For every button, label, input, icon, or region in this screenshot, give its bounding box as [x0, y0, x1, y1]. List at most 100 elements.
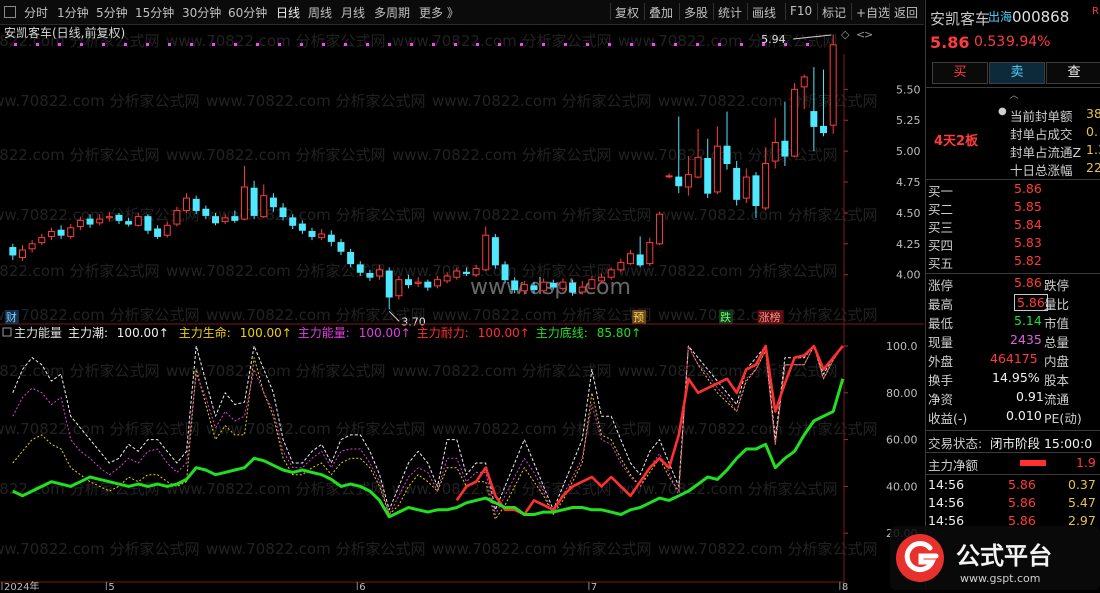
period-tab[interactable]: 日线	[276, 4, 300, 21]
stock-code: 000868	[1012, 8, 1070, 26]
tick-volume: 5.47	[1068, 495, 1096, 510]
toolbar-action[interactable]: F10	[790, 4, 812, 18]
indicator-value: 100.00↑	[240, 326, 292, 340]
indicator-label: 主力底线:	[536, 325, 588, 340]
tick-volume: 0.37	[1068, 477, 1096, 492]
price-tick-label: 4.25	[896, 238, 921, 251]
period-tab[interactable]: 更多 》	[419, 4, 459, 21]
period-tab[interactable]: 15分钟	[135, 4, 174, 21]
candle	[240, 165, 248, 221]
sell-button[interactable]: 卖	[989, 62, 1045, 84]
svg-text:预: 预	[633, 311, 644, 324]
net-flow-value: 1.9	[1076, 455, 1096, 470]
watermark-text: www.70822.com 分析家公式网	[658, 540, 878, 558]
bid-label: 买一	[928, 184, 954, 199]
stat-huanshou-l: 换手	[928, 373, 954, 388]
toolbar-action[interactable]: 画线	[752, 4, 776, 21]
toolbar-action[interactable]: 标记	[822, 4, 846, 21]
price-tick-label: 5.00	[896, 145, 921, 158]
scroll-right-icon[interactable]: >	[864, 28, 873, 41]
indicator-value: 100.00↑	[117, 326, 169, 340]
toolbar-action[interactable]: 复权	[615, 4, 639, 21]
candle	[385, 267, 393, 310]
period-tab[interactable]: 月线	[341, 4, 365, 21]
candle	[713, 126, 721, 195]
svg-text:涨榜: 涨榜	[759, 310, 781, 324]
indicator-menu-icon[interactable]	[2, 327, 12, 337]
toolbar-separator	[713, 3, 714, 20]
stat-zuigao-v: 5.86	[1014, 294, 1048, 311]
tick-row: 14:56 5.86 0.37	[926, 477, 1100, 495]
net-flow-bar	[1020, 460, 1046, 466]
toolbar-action[interactable]: 多股	[684, 4, 708, 21]
candle	[791, 83, 799, 158]
bid-price: 5.84	[1014, 217, 1042, 232]
indicator-tick-label: 80.00	[886, 387, 918, 400]
period-tab[interactable]: 1分钟	[57, 4, 89, 21]
menu-icon[interactable]	[4, 6, 16, 18]
event-tag-cai[interactable]: 财	[4, 310, 19, 324]
period-tab[interactable]: 多周期	[374, 4, 410, 21]
diamond-icon[interactable]: ◇	[841, 28, 850, 41]
event-tag-yu[interactable]: 预	[632, 310, 647, 324]
period-tab[interactable]: 周线	[308, 4, 332, 21]
buy-button[interactable]: 买	[932, 62, 988, 84]
bid-row: 买二 5.85	[926, 199, 1100, 217]
bid-row: 买五 5.82	[926, 253, 1100, 271]
candle	[655, 211, 663, 246]
stat-waipan-v: 464175	[990, 351, 1038, 366]
query-button[interactable]: 查	[1046, 62, 1100, 84]
watermark-text: www.70822.com 分析家公式网	[0, 32, 160, 50]
stat-shouyi-l: 收益(-)	[928, 411, 968, 426]
tick-price: 5.86	[1008, 477, 1036, 492]
stat-neipan-l: 内盘	[1044, 354, 1070, 369]
toolbar-action[interactable]: +自选	[856, 4, 890, 21]
seal-value: 22.0	[1086, 160, 1100, 175]
watermark: www.70822.com 分析家公式网 www.70822.com 分析家公式网…	[0, 32, 878, 558]
indicator-tick-label: 60.00	[886, 434, 918, 447]
bid-row: 买一 5.86	[926, 181, 1100, 199]
candle	[771, 117, 779, 169]
toolbar-action[interactable]: 叠加	[649, 4, 673, 21]
watermark-text: www.70822.com 分析家公式网	[618, 262, 838, 280]
stock-name: 安凯客车	[930, 10, 991, 28]
period-tab[interactable]: 60分钟	[228, 4, 267, 21]
stat-liutong-l: 流通	[1044, 392, 1070, 407]
toolbar: 分时 1分钟 5分钟 15分钟 30分钟 60分钟 日线 周线 月线 多周期 更多 》 复权 叠加 多股统…	[0, 0, 924, 25]
stat-guben-l: 股本	[1044, 373, 1070, 388]
event-tag-die[interactable]: 跌	[719, 310, 734, 324]
toolbar-action[interactable]: 统计	[718, 4, 742, 21]
period-tab[interactable]: 30分钟	[182, 4, 221, 21]
event-tag-zhangbang[interactable]: 涨榜	[757, 310, 784, 324]
trade-status-value: 闭市阶段 15:00:0	[990, 436, 1093, 451]
stat-liangbi-l: 量比	[1044, 297, 1070, 312]
candle	[28, 240, 36, 253]
last-price: 5.86	[930, 33, 970, 52]
indicator-value: 100.00↑	[359, 326, 411, 340]
bid-label: 买三	[928, 220, 954, 235]
stat-zuidi-l: 最低	[928, 316, 954, 331]
kline-chart[interactable]: 安凯客车(日线,前复权)◇<>www.70822.com 分析家公式网www.7…	[0, 24, 924, 593]
bid-label: 买四	[928, 238, 954, 253]
candle	[337, 238, 345, 255]
bid-label: 买二	[928, 202, 954, 217]
seal-row: 十日总涨幅 22.0	[926, 160, 1100, 178]
seal-value: 0.	[1086, 124, 1098, 139]
period-tab[interactable]: 5分钟	[96, 4, 128, 21]
tick-row: 14:56 5.86 5.47	[926, 495, 1100, 513]
period-tab[interactable]: 分时	[24, 4, 48, 21]
toolbar-separator	[851, 3, 852, 20]
seal-row: 当前封单额 386 ●	[926, 106, 1100, 124]
signal-dot	[388, 43, 391, 46]
toolbar-action[interactable]: 返回	[894, 4, 918, 21]
pin-icon: ●	[998, 106, 1007, 117]
stat-dieting-l: 跌停	[1044, 278, 1070, 293]
watermark-text: www.70822.com 分析家公式网	[0, 146, 160, 164]
price-change-pct: 9.94%	[1006, 34, 1051, 50]
stat-row: 净资 0.91 流通	[926, 389, 1100, 407]
watermark-text: www.70822.com 分析家公式网	[432, 206, 652, 224]
collapse-icon[interactable]: ︿	[1004, 88, 1024, 101]
watermark-text: www.70822.com 分析家公式网	[0, 92, 200, 110]
price-tick-label: 5.50	[896, 83, 921, 96]
watermark-text: www.70822.com 分析家公式网	[166, 480, 386, 498]
